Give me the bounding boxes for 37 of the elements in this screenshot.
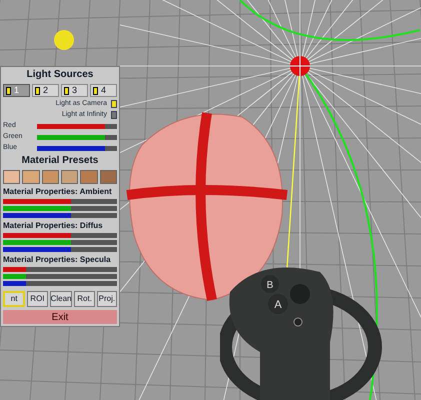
light-tab[interactable]: 2 [32,84,59,97]
color-slider[interactable] [3,199,117,204]
preset-swatch[interactable] [22,170,40,184]
bulb-icon [64,86,69,94]
tool-button[interactable]: Clean [50,291,72,307]
preset-swatch[interactable] [3,170,20,184]
section-title: Material Properties: Diffus [3,221,104,231]
preset-swatch[interactable] [42,170,59,184]
color-slider[interactable] [3,281,117,286]
preset-swatch[interactable] [60,170,78,184]
light-tab[interactable]: 3 [61,84,88,97]
color-slider[interactable] [3,240,117,245]
ball-icon [53,29,75,51]
section-title: Material Presets [20,155,100,167]
toggle-switch[interactable] [111,100,117,108]
color-slider[interactable] [3,233,117,238]
bulb-icon [35,86,40,94]
toggle-switch[interactable] [111,111,117,119]
color-slider[interactable] [3,274,117,279]
section-title: Material Properties: Ambient [3,187,113,197]
bulb-icon [93,86,98,94]
light-tab[interactable]: 4 [90,84,117,97]
tool-button[interactable]: Proj. [96,291,118,307]
section-title: Light Sources [26,69,94,81]
tool-button[interactable]: ROI [27,291,48,307]
exit-button[interactable]: Exit [3,310,117,324]
color-slider[interactable] [3,213,117,218]
section-title: Material Properties: Specula [3,255,112,265]
bulb-icon [6,86,11,94]
color-slider[interactable] [3,247,117,252]
color-slider[interactable] [3,267,117,272]
preset-swatch[interactable] [100,170,117,184]
color-slider[interactable] [3,206,117,211]
light-sphere-icon [289,55,311,77]
tool-button[interactable]: nt [3,291,26,307]
preset-swatch[interactable] [80,170,98,184]
tool-button[interactable]: Rot. [74,291,95,307]
